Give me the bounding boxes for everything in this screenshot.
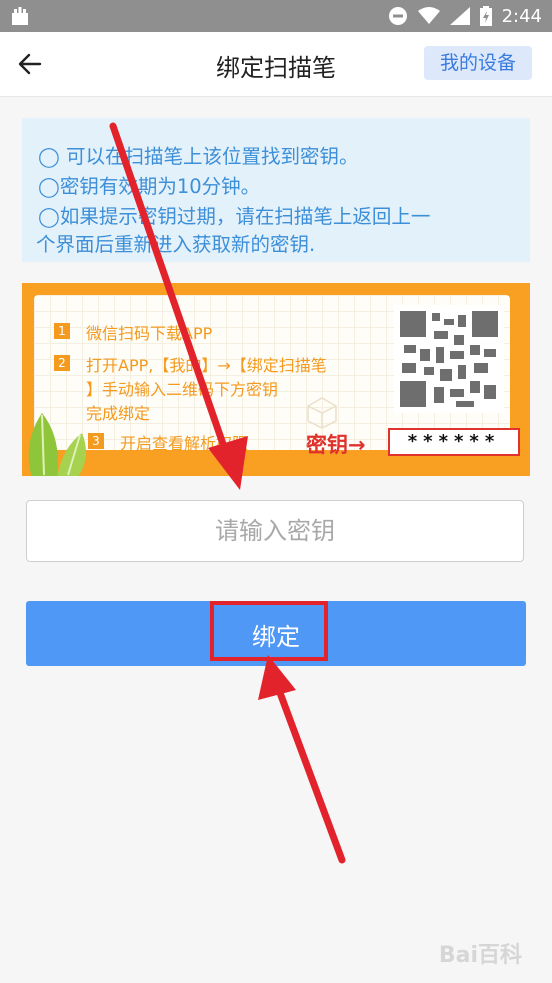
info-line: ◯ 可以在扫描笔上该位置找到密钥。 <box>38 145 359 168</box>
step-number: 1 <box>54 323 70 339</box>
status-time: 2:44 <box>501 5 542 27</box>
info-line: ◯密钥有效期为10分钟。 <box>38 175 261 198</box>
annotation-highlight-box <box>210 601 328 661</box>
step-text: 开启查看解析权限 <box>120 434 249 453</box>
status-bar: 2:44 <box>0 0 552 32</box>
step-text: 】手动输入二维码下方密钥 <box>86 380 279 399</box>
leaf-decoration-icon <box>28 413 86 476</box>
step-text: 微信扫码下载APP <box>86 324 213 343</box>
cube-watermark-icon <box>307 397 337 429</box>
baidu-watermark: Bai百科 <box>438 943 522 968</box>
wifi-icon <box>417 7 440 24</box>
key-input[interactable] <box>26 500 524 562</box>
shopping-bag-icon <box>12 7 28 25</box>
info-box: ◯ 可以在扫描笔上该位置找到密钥。 ◯密钥有效期为10分钟。 ◯如果提示密钥过期… <box>22 118 530 262</box>
annotation-arrow-up <box>272 678 346 864</box>
app-header: 绑定扫描笔 我的设备 <box>0 32 552 97</box>
key-mask-box: ****** <box>388 428 520 456</box>
step-text: 打开APP,【我的】→【绑定扫描笔 <box>86 356 327 375</box>
instruction-card: 1 微信扫码下载APP 2 打开APP,【我的】→【绑定扫描笔 】手动输入二维码… <box>22 283 530 476</box>
step-text: 完成绑定 <box>86 404 151 423</box>
my-device-button[interactable]: 我的设备 <box>424 46 532 80</box>
do-not-disturb-icon <box>388 7 407 25</box>
instruction-card-panel: 1 微信扫码下载APP 2 打开APP,【我的】→【绑定扫描笔 】手动输入二维码… <box>34 295 520 457</box>
step-number: 2 <box>54 355 70 371</box>
signal-icon <box>449 7 470 25</box>
info-line: 个界面后重新进入获取新的密钥. <box>36 233 316 256</box>
info-line: ◯如果提示密钥过期，请在扫描笔上返回上一 <box>38 205 431 228</box>
qr-code-image <box>394 305 504 413</box>
battery-icon <box>479 6 492 26</box>
key-label: 密钥→ <box>306 433 366 457</box>
